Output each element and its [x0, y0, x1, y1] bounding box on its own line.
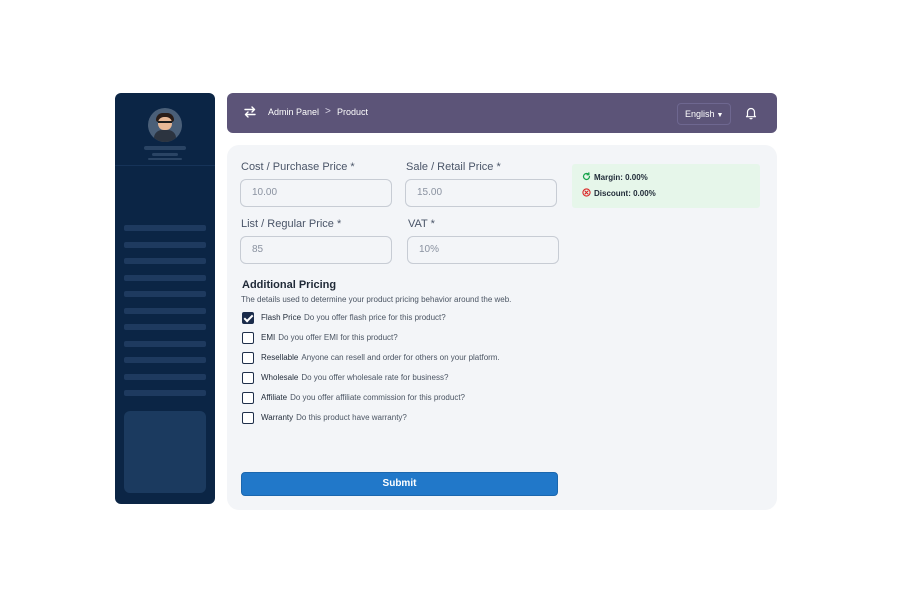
option-warranty[interactable]: Warranty Do this product have warranty? [242, 412, 562, 426]
pricing-panel: Cost / Purchase Price * 10.00 Sale / Ret… [227, 145, 777, 510]
margin-value: Margin: 0.00% [594, 173, 648, 182]
emi-checkbox[interactable] [242, 332, 254, 344]
cost-price-input[interactable]: 10.00 [240, 179, 392, 207]
option-emi[interactable]: EMI Do you offer EMI for this product? [242, 332, 562, 346]
breadcrumb-home[interactable]: Admin Panel [268, 107, 319, 117]
margin-row: Margin: 0.00% [582, 172, 648, 182]
sidebar [115, 93, 215, 504]
warranty-checkbox[interactable] [242, 412, 254, 424]
sidebar-item[interactable] [124, 275, 206, 281]
sidebar-item[interactable] [124, 225, 206, 231]
additional-pricing-description: The details used to determine your produ… [241, 295, 512, 304]
sidebar-item[interactable] [124, 324, 206, 330]
option-name: Wholesale [261, 373, 299, 382]
option-description: Do you offer affiliate commission for th… [290, 393, 465, 402]
sale-price-label: Sale / Retail Price * [406, 161, 501, 173]
user-name-placeholder [144, 146, 186, 150]
affiliate-checkbox[interactable] [242, 392, 254, 404]
option-name: Flash Price [261, 313, 302, 322]
avatar[interactable] [148, 108, 182, 142]
breadcrumb-current: Product [337, 107, 369, 117]
sidebar-promo-card [124, 411, 206, 493]
option-name: Warranty [261, 413, 294, 422]
discount-row: Discount: 0.00% [582, 188, 656, 198]
sidebar-item[interactable] [124, 242, 206, 248]
discount-value: Discount: 0.00% [594, 189, 656, 198]
additional-pricing-title: Additional Pricing [242, 279, 337, 291]
user-role-placeholder [152, 153, 178, 156]
top-bar: Admin Panel > Product English ▼ [227, 93, 777, 133]
x-circle-icon [582, 188, 591, 197]
submit-button[interactable]: Submit [241, 472, 558, 496]
language-label: English [685, 109, 715, 119]
user-meta-placeholder [148, 158, 182, 160]
sidebar-divider [115, 165, 215, 166]
breadcrumb-separator: > [325, 106, 331, 117]
sidebar-item[interactable] [124, 390, 206, 396]
wholesale-checkbox[interactable] [242, 372, 254, 384]
cost-price-label: Cost / Purchase Price * [241, 161, 355, 173]
option-flash-price[interactable]: Flash Price Do you offer flash price for … [242, 312, 562, 326]
flash-price-checkbox[interactable] [242, 312, 254, 324]
option-wholesale[interactable]: Wholesale Do you offer wholesale rate for… [242, 372, 562, 386]
sidebar-item[interactable] [124, 258, 206, 264]
vat-label: VAT * [408, 218, 435, 230]
sidebar-item[interactable] [124, 308, 206, 314]
option-resellable[interactable]: Resellable Anyone can resell and order fo… [242, 352, 562, 366]
refresh-icon [582, 172, 591, 181]
list-price-input[interactable]: 85 [240, 236, 392, 264]
caret-down-icon: ▼ [716, 112, 724, 119]
option-description: Do you offer EMI for this product? [278, 333, 398, 342]
bell-icon[interactable] [745, 106, 757, 120]
sidebar-item[interactable] [124, 357, 206, 363]
pricing-summary: Margin: 0.00% Discount: 0.00% [572, 164, 760, 208]
option-description: Do this product have warranty? [296, 413, 407, 422]
option-name: Resellable [261, 353, 299, 362]
option-name: Affiliate [261, 393, 288, 402]
option-description: Do you offer wholesale rate for business… [301, 373, 449, 382]
list-price-label: List / Regular Price * [241, 218, 342, 230]
sidebar-item[interactable] [124, 341, 206, 347]
sidebar-item[interactable] [124, 374, 206, 380]
sale-price-input[interactable]: 15.00 [405, 179, 557, 207]
language-select[interactable]: English ▼ [677, 103, 731, 125]
option-affiliate[interactable]: Affiliate Do you offer affiliate commissi… [242, 392, 562, 406]
resellable-checkbox[interactable] [242, 352, 254, 364]
vat-input[interactable]: 10% [407, 236, 559, 264]
sidebar-item[interactable] [124, 291, 206, 297]
option-description: Do you offer flash price for this produc… [304, 313, 446, 322]
swap-icon[interactable] [243, 105, 257, 119]
option-description: Anyone can resell and order for others o… [301, 353, 500, 362]
option-name: EMI [261, 333, 276, 342]
